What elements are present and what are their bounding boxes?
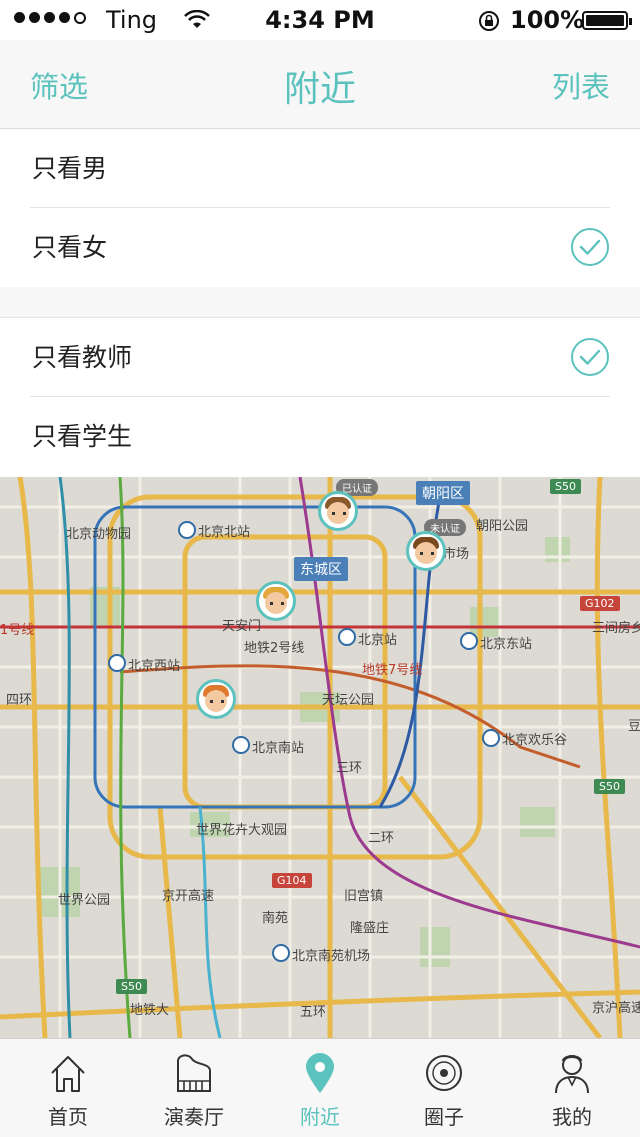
map-label: 世界花卉大观园 [196,823,288,838]
filter-option-label: 只看教师 [32,343,133,372]
map-poi-icon [232,736,250,754]
map-poi-icon [108,654,126,672]
map-poi-icon [178,521,196,539]
district-label: 东城区 [294,557,348,581]
filter-option-male[interactable]: 只看男 [0,129,640,208]
tab-profile[interactable]: 我的 [508,1039,636,1137]
map-label: 三间房乡 [592,621,640,636]
piano-icon [177,1054,211,1092]
filter-panel: 只看男 只看女 只看教师 只看学生 [0,129,640,477]
map-label: 北京站 [358,633,398,648]
map-label: 天安门 [222,619,262,634]
status-bar: Ting 4:34 PM 100% [0,0,640,40]
highway-shield: G104 [272,873,312,888]
map-label: 京沪高速 [592,1001,640,1016]
filter-option-teacher[interactable]: 只看教师 [0,318,640,397]
tab-label: 演奏厅 [164,1105,224,1129]
disc-icon [426,1055,462,1091]
map-label: 北京北站 [198,525,251,540]
map-label: 北京南站 [252,741,305,756]
map-label: 豆 [628,719,640,734]
district-label: 朝阳区 [416,481,470,505]
map-poi-icon [460,632,478,650]
map-poi-icon [338,628,356,646]
map-label: 三环 [336,761,363,776]
map-label: 天坛公园 [322,693,375,708]
page-title: 附近 [283,69,356,110]
user-avatar-pin[interactable] [318,491,358,531]
map-label: 北京欢乐谷 [502,733,568,748]
map-label: 1号线 [0,623,35,638]
checkmark-icon [571,338,609,376]
map-label: 北京南苑机场 [292,949,371,964]
battery-icon [582,11,632,30]
filter-option-label: 只看女 [32,233,108,262]
tab-home[interactable]: 首页 [4,1039,132,1137]
highway-shield: S50 [594,779,625,794]
map-label: 世界公园 [58,893,111,908]
filter-option-label: 只看学生 [32,422,133,451]
map-label: 朝阳公园 [476,519,529,534]
map-label: 隆盛庄 [350,921,390,936]
user-avatar-pin[interactable] [406,531,446,571]
tab-nearby[interactable]: 附近 [256,1039,384,1137]
map-label: 旧宫镇 [344,889,384,904]
filter-option-female[interactable]: 只看女 [0,208,640,287]
list-view-button[interactable]: 列表 [552,64,610,106]
tab-circle[interactable]: 圈子 [380,1039,508,1137]
highway-shield: S50 [550,479,581,494]
map-label: 北京东站 [480,637,533,652]
map-poi-icon [272,944,290,962]
map-label: 南苑 [262,911,289,926]
location-pin-icon [306,1053,334,1093]
map-poi-icon [482,729,500,747]
battery-percentage: 100% [510,6,585,34]
tab-label: 我的 [552,1105,592,1129]
profile-icon [555,1055,589,1094]
map-label: 地铁7号线 [362,663,423,678]
user-avatar-pin[interactable] [256,581,296,621]
rotation-lock-icon [479,11,499,31]
highway-shield: S50 [116,979,147,994]
tab-bar: 首页 演奏厅 附近 圈子 我的 [0,1038,640,1137]
checkmark-icon [571,228,609,266]
tab-label: 附近 [300,1105,340,1129]
filter-option-label: 只看男 [32,154,108,183]
section-divider [0,287,640,318]
map-label: 北京动物园 [66,527,132,542]
map-label: 京开高速 [162,889,215,904]
map-view[interactable]: 北京动物园 北京北站 朝阳区 朝阳公园 东城区 门市场 天安门 1号线 地铁2号… [0,477,640,1038]
map-label: 五环 [300,1005,327,1020]
map-label: 地铁大 [130,1003,170,1018]
tab-concert-hall[interactable]: 演奏厅 [130,1039,258,1137]
tab-label: 首页 [48,1105,88,1129]
map-label: 四环 [6,693,33,708]
tab-label: 圈子 [424,1105,464,1129]
map-label: 二环 [368,831,395,846]
map-label: 北京西站 [128,659,181,674]
home-icon [51,1056,85,1092]
navigation-bar: 筛选 附近 列表 [0,40,640,129]
user-avatar-pin[interactable] [196,679,236,719]
filter-option-student[interactable]: 只看学生 [0,397,640,476]
map-label: 地铁2号线 [244,641,305,656]
highway-shield: G102 [580,596,620,611]
